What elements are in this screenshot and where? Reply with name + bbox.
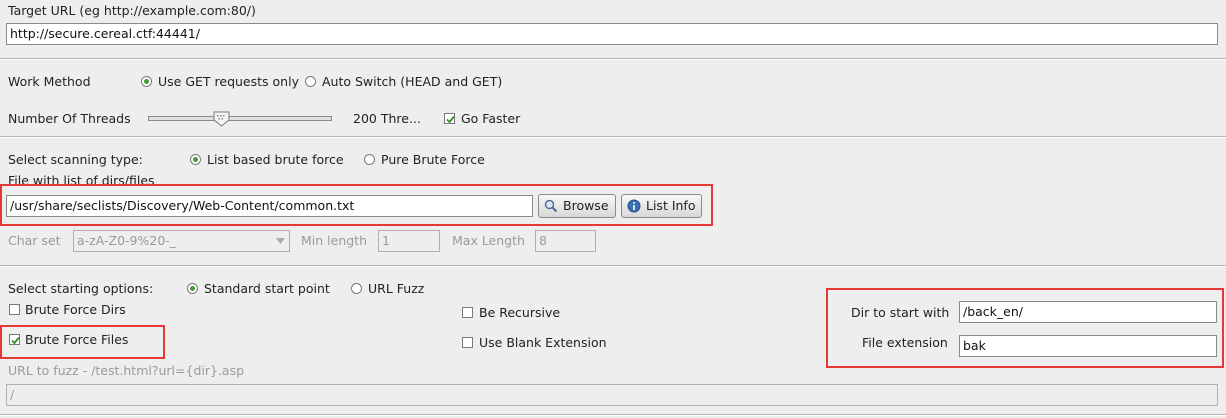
radio-get-only[interactable] bbox=[141, 76, 152, 87]
radio-get-only-label[interactable]: Use GET requests only bbox=[158, 74, 299, 90]
highlight-box-start-options bbox=[826, 288, 1224, 368]
check-icon bbox=[446, 115, 455, 124]
radio-url-fuzz[interactable] bbox=[351, 283, 362, 294]
target-url-label: Target URL (eg http://example.com:80/) bbox=[8, 3, 256, 18]
blank-extension-label[interactable]: Use Blank Extension bbox=[479, 335, 607, 351]
scan-type-label: Select scanning type: bbox=[8, 152, 143, 167]
work-method-label: Work Method bbox=[8, 74, 91, 89]
radio-url-fuzz-label[interactable]: URL Fuzz bbox=[368, 281, 424, 297]
separator bbox=[0, 58, 1226, 60]
highlight-box-brute-files bbox=[0, 325, 165, 359]
charset-select: a-zA-Z0-9%20-_ bbox=[73, 230, 290, 252]
threads-slider-track[interactable] bbox=[148, 116, 332, 121]
charset-label: Char set bbox=[8, 233, 61, 248]
radio-standard-start[interactable] bbox=[187, 283, 198, 294]
recursive-checkbox[interactable] bbox=[462, 307, 473, 318]
separator bbox=[0, 265, 1226, 267]
separator bbox=[0, 414, 1226, 416]
highlight-box-file-list bbox=[0, 184, 713, 226]
max-length-label: Max Length bbox=[452, 233, 525, 248]
start-options-label: Select starting options: bbox=[8, 281, 154, 296]
brute-dirs-checkbox[interactable] bbox=[9, 304, 20, 315]
radio-list-based-label[interactable]: List based brute force bbox=[207, 152, 344, 168]
radio-auto-switch-label[interactable]: Auto Switch (HEAD and GET) bbox=[322, 74, 502, 90]
radio-pure-brute-label[interactable]: Pure Brute Force bbox=[381, 152, 485, 168]
min-length-input: 1 bbox=[378, 230, 440, 252]
url-fuzz-label: URL to fuzz - /test.html?url={dir}.asp bbox=[8, 363, 245, 378]
threads-slider-thumb[interactable] bbox=[213, 111, 230, 127]
chevron-down-icon bbox=[276, 238, 285, 244]
url-fuzz-input: / bbox=[6, 384, 1218, 406]
brute-dirs-label[interactable]: Brute Force Dirs bbox=[25, 302, 126, 318]
go-faster-label[interactable]: Go Faster bbox=[461, 111, 520, 127]
radio-pure-brute[interactable] bbox=[364, 154, 375, 165]
radio-auto-switch[interactable] bbox=[305, 76, 316, 87]
charset-select-value: a-zA-Z0-9%20-_ bbox=[77, 233, 177, 248]
separator bbox=[0, 136, 1226, 138]
max-length-input: 8 bbox=[535, 230, 596, 252]
threads-label: Number Of Threads bbox=[8, 111, 131, 126]
min-length-label: Min length bbox=[301, 233, 367, 248]
radio-standard-start-label[interactable]: Standard start point bbox=[204, 281, 330, 297]
threads-value: 200 Thre... bbox=[353, 111, 421, 126]
go-faster-checkbox[interactable] bbox=[444, 113, 455, 124]
radio-list-based[interactable] bbox=[190, 154, 201, 165]
blank-extension-checkbox[interactable] bbox=[462, 337, 473, 348]
target-url-input[interactable]: http://secure.cereal.ctf:44441/ bbox=[6, 23, 1218, 45]
recursive-label[interactable]: Be Recursive bbox=[479, 305, 560, 321]
